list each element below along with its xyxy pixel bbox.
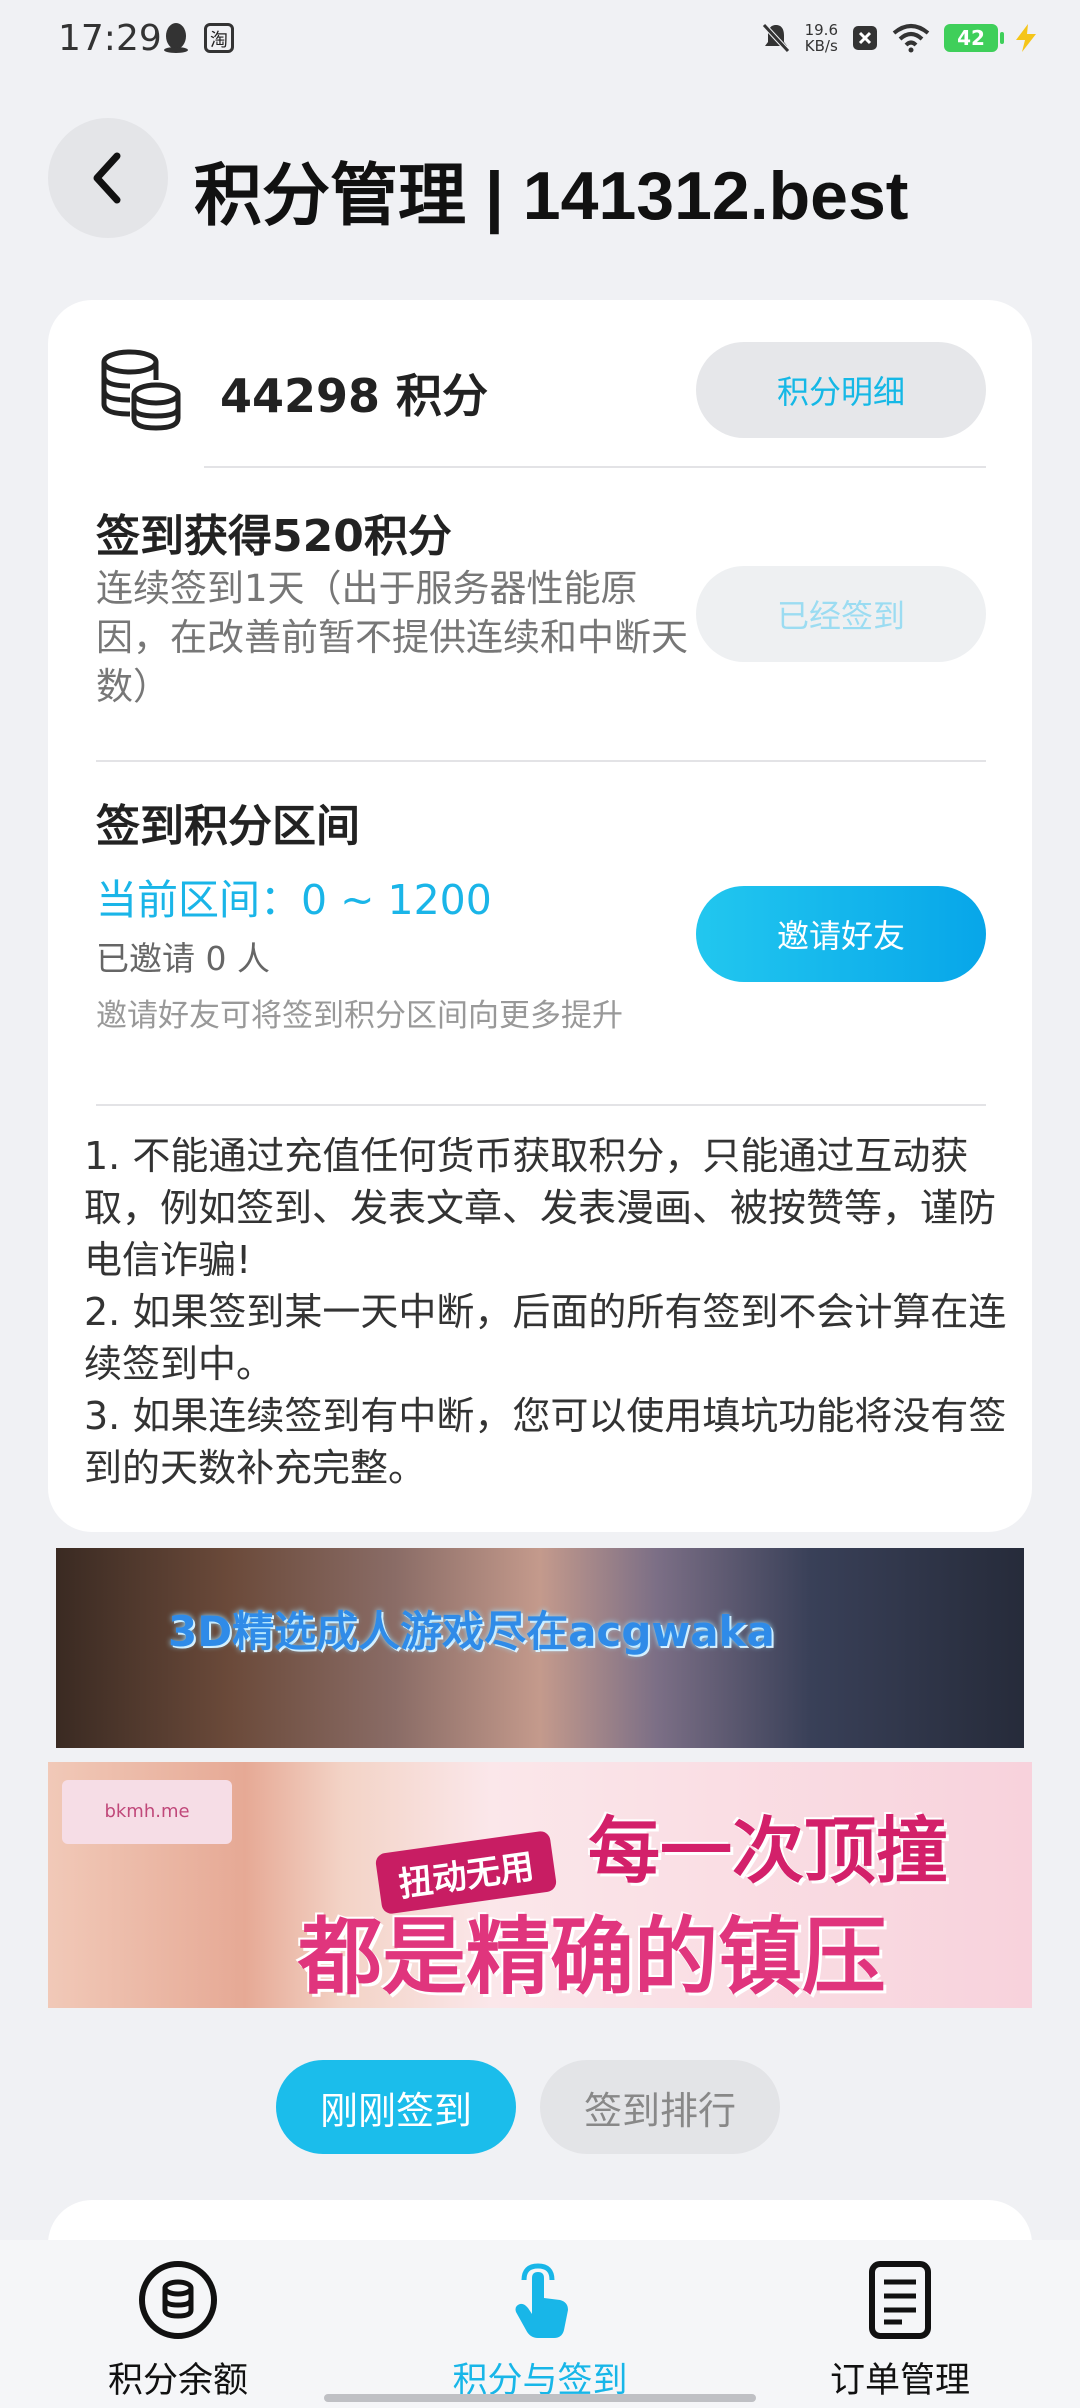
coin-circle-icon bbox=[139, 2261, 217, 2339]
battery-indicator: 42 bbox=[944, 24, 1004, 52]
chevron-left-icon bbox=[93, 152, 121, 204]
checkin-description: 连续签到1天（出于服务器性能原因，在改善前暂不提供连续和中断天数） bbox=[96, 567, 688, 708]
current-range: 当前区间：0 ~ 1200 bbox=[96, 876, 492, 924]
coins-stack-icon bbox=[101, 349, 181, 431]
banner-text: 3D精选成人游戏尽在acgwaka bbox=[168, 1607, 775, 1656]
points-card: 44298 积分 积分明细 签到获得520积分 连续签到1天（出于服务器性能原因… bbox=[48, 300, 1032, 1532]
tap-hand-icon bbox=[515, 2263, 568, 2338]
status-time: 17:29 bbox=[58, 18, 162, 59]
divider bbox=[96, 1104, 986, 1106]
rules-list: 1. 不能通过充值任何货币获取积分，只能通过互动获取，例如签到、发表文章、发表漫… bbox=[84, 1130, 1014, 1494]
invited-count: 已邀请 0 人 bbox=[96, 939, 270, 978]
nav-points-checkin[interactable]: 积分与签到 bbox=[410, 2258, 670, 2403]
tab-recent-checkins[interactable]: 刚刚签到 bbox=[276, 2060, 516, 2154]
status-bar: 17:29 淘 19.6 KB/s 42 bbox=[0, 0, 1080, 80]
tab-checkin-ranking[interactable]: 签到排行 bbox=[540, 2060, 780, 2154]
already-signed-button[interactable]: 已经签到 bbox=[696, 566, 986, 662]
mute-bell-icon bbox=[761, 23, 790, 53]
invite-tip: 邀请好友可将签到积分区间向更多提升 bbox=[96, 998, 623, 1034]
range-title: 签到积分区间 bbox=[96, 801, 360, 852]
taobao-icon: 淘 bbox=[204, 23, 234, 53]
bottom-nav: 积分余额 积分与签到 订单管理 bbox=[0, 2240, 1080, 2408]
header: 积分管理 | 141312.best bbox=[0, 118, 1080, 242]
wifi-icon bbox=[892, 24, 930, 53]
qq-penguin-icon bbox=[164, 23, 188, 53]
page-title: 积分管理 | 141312.best bbox=[194, 158, 909, 234]
invite-friends-button[interactable]: 邀请好友 bbox=[696, 886, 986, 982]
document-list-icon bbox=[869, 2261, 931, 2339]
divider bbox=[204, 466, 986, 468]
ad-banner-comic[interactable]: bkmh.me 扭动无用 每一次顶撞 都是精确的镇压 bbox=[48, 1762, 1032, 2008]
nav-orders[interactable]: 订单管理 bbox=[770, 2258, 1030, 2403]
rule-item: 1. 不能通过充值任何货币获取积分，只能通过互动获取，例如签到、发表文章、发表漫… bbox=[84, 1134, 997, 1282]
rule-item: 3. 如果连续签到有中断，您可以使用填坑功能将没有签到的天数补充完整。 bbox=[84, 1394, 1007, 1490]
no-sim-icon bbox=[853, 26, 877, 50]
banner-headline: 每一次顶撞 bbox=[588, 1809, 949, 1893]
net-speed: 19.6 KB/s bbox=[804, 21, 838, 55]
back-button[interactable] bbox=[48, 118, 168, 238]
home-indicator[interactable] bbox=[324, 2394, 756, 2402]
points-balance: 44298 积分 bbox=[220, 369, 489, 423]
ad-banner-game[interactable]: 3D精选成人游戏尽在acgwaka bbox=[56, 1548, 1024, 1748]
banner-logo: bkmh.me bbox=[62, 1780, 232, 1844]
points-detail-button[interactable]: 积分明细 bbox=[696, 342, 986, 438]
banner-subheadline: 都是精确的镇压 bbox=[298, 1908, 887, 2006]
rule-item: 2. 如果签到某一天中断，后面的所有签到不会计算在连续签到中。 bbox=[84, 1290, 1007, 1386]
charging-bolt-icon bbox=[1016, 24, 1036, 52]
nav-points-balance[interactable]: 积分余额 bbox=[48, 2258, 308, 2403]
nav-label: 订单管理 bbox=[829, 2361, 970, 2401]
nav-label: 积分余额 bbox=[107, 2361, 248, 2401]
divider bbox=[96, 760, 986, 762]
checkin-title: 签到获得520积分 bbox=[96, 511, 452, 562]
